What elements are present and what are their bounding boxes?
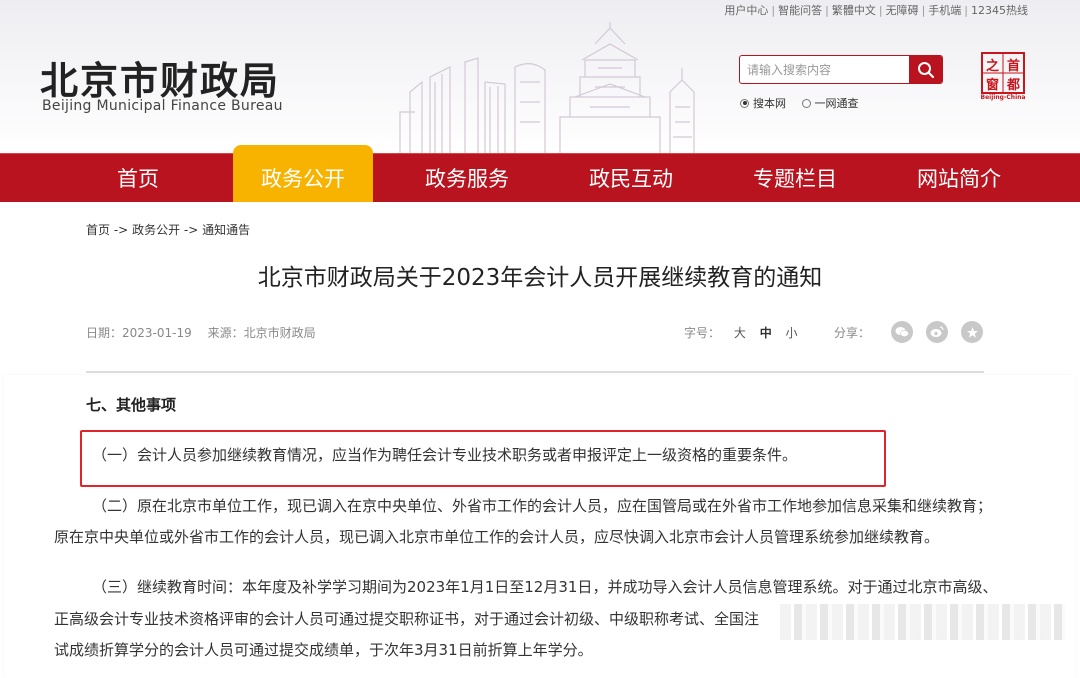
favorite-icon (966, 326, 978, 338)
wechat-icon (895, 327, 909, 338)
search-input[interactable] (740, 56, 910, 83)
capital-window-logo[interactable]: 首 都 之 窗 Beijing-China (979, 52, 1027, 102)
paragraph-2-line-1: （二）原在北京市单位工作，现已调入在京中央单位、外省市工作的会计人员，应在国管局… (92, 497, 993, 515)
radio-unchecked-icon (801, 98, 811, 108)
link-mobile[interactable]: 手机端 (928, 4, 961, 17)
font-size-small[interactable]: 小 (786, 326, 798, 340)
seal-char: 窗 (986, 78, 1000, 93)
favorite-share-button[interactable] (961, 321, 983, 343)
scope-label: 一网通查 (814, 97, 859, 110)
article-source: 北京市财政局 (243, 326, 316, 340)
link-user-center[interactable]: 用户中心 (724, 4, 768, 17)
wechat-share-button[interactable] (891, 321, 913, 343)
source-label: 来源： (207, 326, 244, 340)
site-title[interactable]: 北京市财政局 (40, 50, 280, 105)
main-nav: 首页 政务公开 政务服务 政民互动 专题栏目 网站简介 (0, 145, 1080, 203)
breadcrumb-gov-affairs[interactable]: 政务公开 (132, 223, 180, 237)
scope-this-site-radio[interactable]: 搜本网 (740, 95, 786, 111)
nav-gov-affairs-open[interactable]: 政务公开 (233, 145, 373, 203)
font-size-medium[interactable]: 中 (760, 326, 772, 340)
link-traditional-chinese[interactable]: 繁體中文 (832, 4, 876, 17)
nav-gov-services[interactable]: 政务服务 (397, 154, 537, 203)
article-title: 北京市财政局关于2023年会计人员开展继续教育的通知 (257, 265, 823, 291)
link-hotline[interactable]: 12345热线 (971, 4, 1028, 17)
skyline-illustration (399, 22, 695, 153)
search-scope: 搜本网 一网通查 (740, 95, 871, 111)
search-button[interactable] (909, 56, 942, 83)
search-icon (917, 61, 934, 78)
paragraph-3-line-1: （三）继续教育时间：本年度及补学学习期间为2023年1月1日至12月31日，并成… (92, 578, 998, 596)
nav-interaction[interactable]: 政民互动 (561, 154, 701, 203)
radio-checked-icon (740, 98, 749, 108)
scope-network-radio[interactable]: 一网通查 (801, 95, 859, 111)
article-meta: 日期：2023-01-19 来源：北京市财政局 (86, 324, 316, 341)
breadcrumb-notices[interactable]: 通知通告 (202, 223, 250, 237)
breadcrumb-separator: -> (113, 223, 129, 237)
search-box (739, 55, 943, 84)
article-date: 2023-01-19 (122, 326, 192, 340)
nav-home[interactable]: 首页 (68, 154, 208, 203)
seal-char: 首 (1007, 59, 1021, 74)
paragraph-3-line-3: 试成绩折算学分的会计人员可通过提交成绩单，于次年3月31日前折算上年学分。 (54, 641, 593, 659)
font-size-large[interactable]: 大 (734, 326, 746, 340)
scope-label: 搜本网 (753, 97, 786, 110)
site-subtitle: Beijing Municipal Finance Bureau (42, 98, 283, 114)
nav-about-site[interactable]: 网站简介 (889, 154, 1029, 203)
site-header: 用户中心 | 智能问答 | 繁體中文 | 无障碍 | 手机端 | 12345热线 北京市财政局 Be… (0, 0, 1080, 153)
paragraph-2-line-2: 原在京中央单位或外省市工作的会计人员，现已调入北京市单位工作的会计人员，应尽快调… (54, 528, 940, 546)
date-label: 日期： (86, 326, 123, 340)
breadcrumb-separator: -> (183, 223, 199, 237)
link-smart-qa[interactable]: 智能问答 (778, 4, 822, 17)
highlight-box (80, 430, 886, 487)
seal-char: 都 (1007, 78, 1021, 93)
seal-char: 之 (986, 59, 1000, 74)
nav-special-topics[interactable]: 专题栏目 (725, 154, 865, 203)
link-accessibility[interactable]: 无障碍 (886, 4, 919, 17)
weibo-icon (930, 326, 944, 337)
seal-caption: Beijing-China (980, 94, 1026, 101)
font-size-control: 字号： 大 中 小 (684, 324, 798, 341)
pixelated-overlay (780, 604, 1065, 640)
share-label: 分享： (834, 326, 871, 340)
font-size-label: 字号： (684, 326, 721, 340)
breadcrumb-home[interactable]: 首页 (86, 223, 110, 237)
breadcrumb: 首页 -> 政务公开 -> 通知通告 (86, 221, 250, 238)
section-heading: 七、其他事项 (86, 396, 177, 414)
top-links: 用户中心 | 智能问答 | 繁體中文 | 无障碍 | 手机端 | 12345热线 (724, 4, 1028, 17)
paragraph-3-line-2: 正高级会计专业技术资格评审的会计人员可通过提交职称证书，对于通过会计初级、中级职… (54, 610, 760, 628)
header-divider (86, 371, 984, 373)
weibo-share-button[interactable] (926, 321, 948, 343)
